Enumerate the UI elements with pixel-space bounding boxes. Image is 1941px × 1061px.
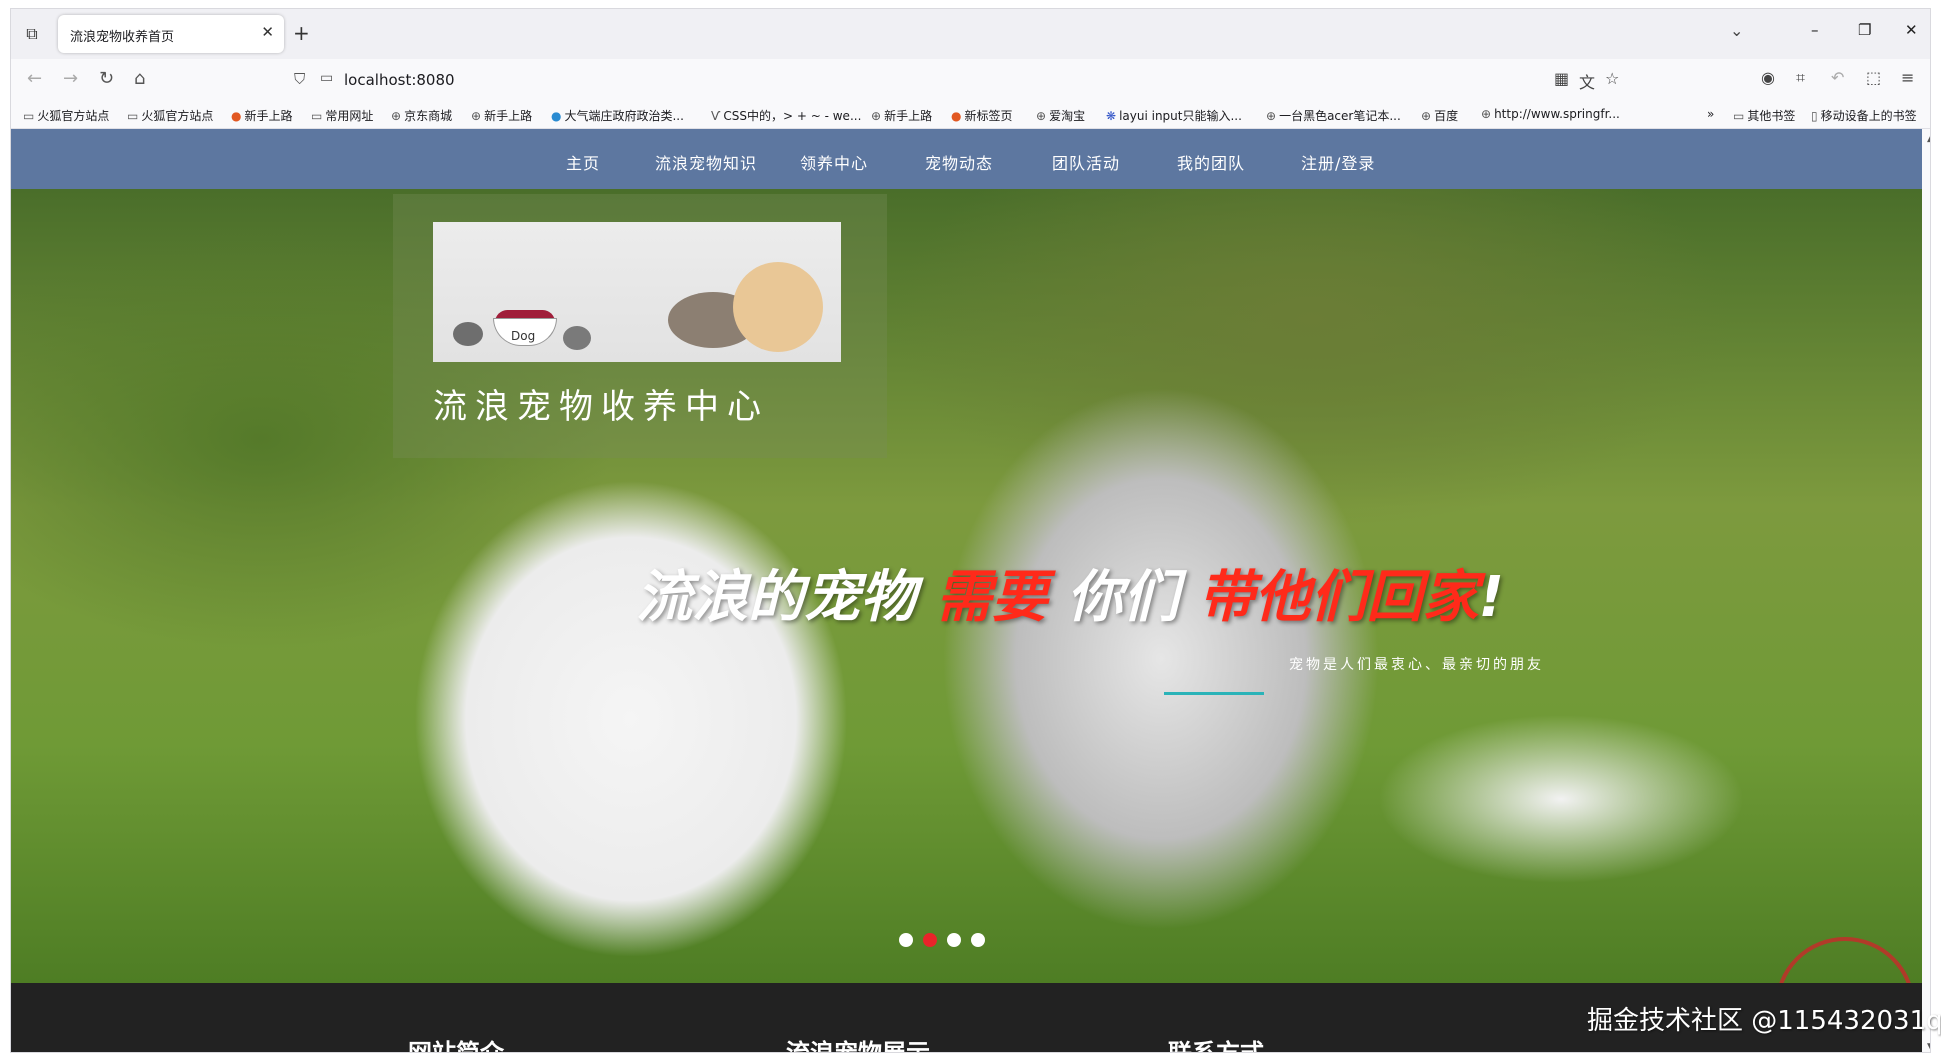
carousel-indicators bbox=[899, 932, 995, 951]
watermark: 掘金技术社区 @115432031q bbox=[1587, 1006, 1941, 1036]
rabbit-image bbox=[563, 326, 591, 350]
back-icon[interactable]: ← bbox=[27, 68, 42, 89]
bookmark-item[interactable]: ⊕ http://www.springfr... bbox=[1481, 107, 1620, 121]
rabbit-image bbox=[453, 322, 483, 346]
folder-icon: ▭ bbox=[311, 109, 323, 123]
bookmark-item[interactable]: ▭ 火狐官方站点 bbox=[23, 107, 109, 124]
globe-icon: ⊕ bbox=[1481, 107, 1492, 121]
site-title: 流浪宠物收养中心 bbox=[433, 387, 769, 427]
bookmark-item[interactable]: ● 大气端庄政府政治类... bbox=[551, 107, 684, 124]
globe-icon: ⊕ bbox=[1036, 109, 1047, 123]
nav-register-login[interactable]: 注册/登录 bbox=[1301, 150, 1375, 174]
minimize-icon[interactable]: – bbox=[1811, 21, 1819, 39]
site-nav: 主页 流浪宠物知识 领养中心 宠物动态 团队活动 我的团队 注册/登录 bbox=[11, 129, 1922, 189]
hero-carousel: Dog 流浪宠物收养中心 流浪的宠物 需要 你们 带他们回家! 宠物是人们最衷心… bbox=[11, 189, 1922, 983]
scroll-up-icon[interactable]: ▲ bbox=[1927, 134, 1930, 144]
tab-title: 流浪宠物收养首页 bbox=[70, 30, 175, 45]
site-icon: ● bbox=[551, 109, 562, 123]
folder-icon: ▭ bbox=[23, 109, 35, 123]
subtitle-divider bbox=[1164, 692, 1264, 695]
nav-home[interactable]: 主页 bbox=[566, 150, 600, 174]
account-icon[interactable]: ◉ bbox=[1761, 68, 1775, 87]
seal-stamp: 技术人生 bbox=[1775, 937, 1915, 983]
extensions-icon[interactable]: ⬚ bbox=[1866, 68, 1881, 87]
bookmark-item[interactable]: ❋ layui input只能输入... bbox=[1106, 107, 1242, 124]
nav-pet-knowledge[interactable]: 流浪宠物知识 bbox=[655, 150, 757, 174]
site-icon: Ѵ bbox=[711, 109, 721, 123]
footer-contact: 联系方式 bbox=[1168, 1039, 1264, 1053]
nav-adoption-center[interactable]: 领养中心 bbox=[800, 150, 868, 174]
bookmark-item[interactable]: Ѵ CSS中的，> + ~ - we... bbox=[711, 107, 861, 124]
folder-icon: ▭ bbox=[1733, 109, 1745, 123]
address-bar[interactable]: ⛉ ▭ localhost:8080 ▦ 文 ☆ bbox=[284, 63, 1636, 97]
restore-icon[interactable]: ❐ bbox=[1858, 21, 1871, 39]
star-icon[interactable]: ☆ bbox=[1605, 69, 1619, 88]
bookmarks-overflow-icon[interactable]: » bbox=[1707, 107, 1714, 121]
address-input[interactable]: localhost:8080 bbox=[344, 71, 455, 89]
undo-icon[interactable]: ↶ bbox=[1831, 68, 1844, 87]
globe-icon: ⊕ bbox=[871, 109, 882, 123]
carousel-dot-4[interactable] bbox=[971, 933, 985, 947]
globe-icon: ⊕ bbox=[391, 109, 402, 123]
carousel-dot-3[interactable] bbox=[947, 933, 961, 947]
close-icon[interactable]: ✕ bbox=[261, 23, 274, 41]
bookmark-mobile[interactable]: ▯ 移动设备上的书签 bbox=[1811, 107, 1917, 124]
footer-pet-showcase: 流浪宠物展示 bbox=[786, 1039, 930, 1053]
bookmarks-bar: ▭ 火狐官方站点 ▭ 火狐官方站点 ● 新手上路 ▭ 常用网址 ⊕ 京东商城 ⊕ 新手上路 … bbox=[11, 101, 1930, 129]
puppy-image bbox=[733, 262, 823, 352]
globe-icon: ⊕ bbox=[1266, 109, 1277, 123]
tab-list-icon[interactable]: ⧉ bbox=[21, 23, 43, 45]
bookmark-item[interactable]: ▭ 常用网址 bbox=[311, 107, 373, 124]
hero-subtitle: 宠物是人们最衷心、最亲切的朋友 bbox=[1289, 657, 1544, 673]
window-close-icon[interactable]: ✕ bbox=[1905, 21, 1918, 39]
footer-site-intro: 网站简介 bbox=[408, 1039, 504, 1053]
shield-icon[interactable]: ⛉ bbox=[294, 70, 305, 88]
bookmark-item[interactable]: ⊕ 一台黑色acer笔记本... bbox=[1266, 107, 1401, 124]
qr-code-icon[interactable]: ▦ bbox=[1554, 69, 1569, 88]
bookmark-item[interactable]: ⊕ 新手上路 bbox=[871, 107, 932, 124]
translate-icon[interactable]: 文 bbox=[1579, 69, 1595, 93]
screenshot-icon[interactable]: ⌗ bbox=[1796, 68, 1805, 88]
browser-window: ⧉ 流浪宠物收养首页 ✕ + ⌄ – ❐ ✕ ← → ↻ ⌂ ⛉ ▭ local… bbox=[10, 8, 1931, 1053]
bookmark-item[interactable]: ⊕ 京东商城 bbox=[391, 107, 452, 124]
tab-strip: ⧉ 流浪宠物收养首页 ✕ + ⌄ – ❐ ✕ bbox=[11, 9, 1930, 59]
page-icon[interactable]: ▭ bbox=[320, 70, 333, 86]
mobile-icon: ▯ bbox=[1811, 109, 1818, 123]
bowl-label: Dog bbox=[511, 329, 536, 343]
nav-pet-news[interactable]: 宠物动态 bbox=[925, 150, 993, 174]
web-page: 主页 流浪宠物知识 领养中心 宠物动态 团队活动 我的团队 注册/登录 Dog … bbox=[11, 129, 1922, 1053]
home-icon[interactable]: ⌂ bbox=[134, 68, 145, 89]
nav-toolbar: ← → ↻ ⌂ ⛉ ▭ localhost:8080 ▦ 文 ☆ ◉ ⌗ ↶ ⬚… bbox=[11, 59, 1930, 101]
reload-icon[interactable]: ↻ bbox=[99, 68, 114, 89]
tab-active[interactable]: 流浪宠物收养首页 ✕ bbox=[58, 15, 284, 53]
globe-icon: ⊕ bbox=[1421, 109, 1432, 123]
logo-image: Dog bbox=[433, 222, 841, 362]
firefox-icon: ● bbox=[231, 109, 242, 123]
chevron-down-icon[interactable]: ⌄ bbox=[1730, 21, 1743, 40]
paw-icon: ❋ bbox=[1106, 109, 1117, 123]
new-tab-icon[interactable]: + bbox=[293, 21, 310, 45]
globe-icon: ⊕ bbox=[471, 109, 482, 123]
menu-icon[interactable]: ≡ bbox=[1901, 68, 1914, 87]
hero-slogan: 流浪的宠物 需要 你们 带他们回家! bbox=[636, 565, 1505, 630]
bookmark-other[interactable]: ▭ 其他书签 bbox=[1733, 107, 1795, 124]
bookmark-item[interactable]: ⊕ 新手上路 bbox=[471, 107, 532, 124]
bookmark-item[interactable]: ▭ 火狐官方站点 bbox=[127, 107, 213, 124]
forward-icon[interactable]: → bbox=[63, 68, 78, 89]
firefox-icon: ● bbox=[951, 109, 962, 123]
bookmark-item[interactable]: ● 新标签页 bbox=[951, 107, 1013, 124]
bookmark-item[interactable]: ⊕ 爱淘宝 bbox=[1036, 107, 1085, 124]
nav-team-activities[interactable]: 团队活动 bbox=[1052, 150, 1120, 174]
scroll-down-icon[interactable]: ▼ bbox=[1927, 1042, 1930, 1052]
carousel-dot-2[interactable] bbox=[923, 933, 937, 947]
bookmark-item[interactable]: ⊕ 百度 bbox=[1421, 107, 1458, 124]
nav-my-team[interactable]: 我的团队 bbox=[1177, 150, 1245, 174]
carousel-dot-1[interactable] bbox=[899, 933, 913, 947]
bookmark-item[interactable]: ● 新手上路 bbox=[231, 107, 293, 124]
folder-icon: ▭ bbox=[127, 109, 139, 123]
